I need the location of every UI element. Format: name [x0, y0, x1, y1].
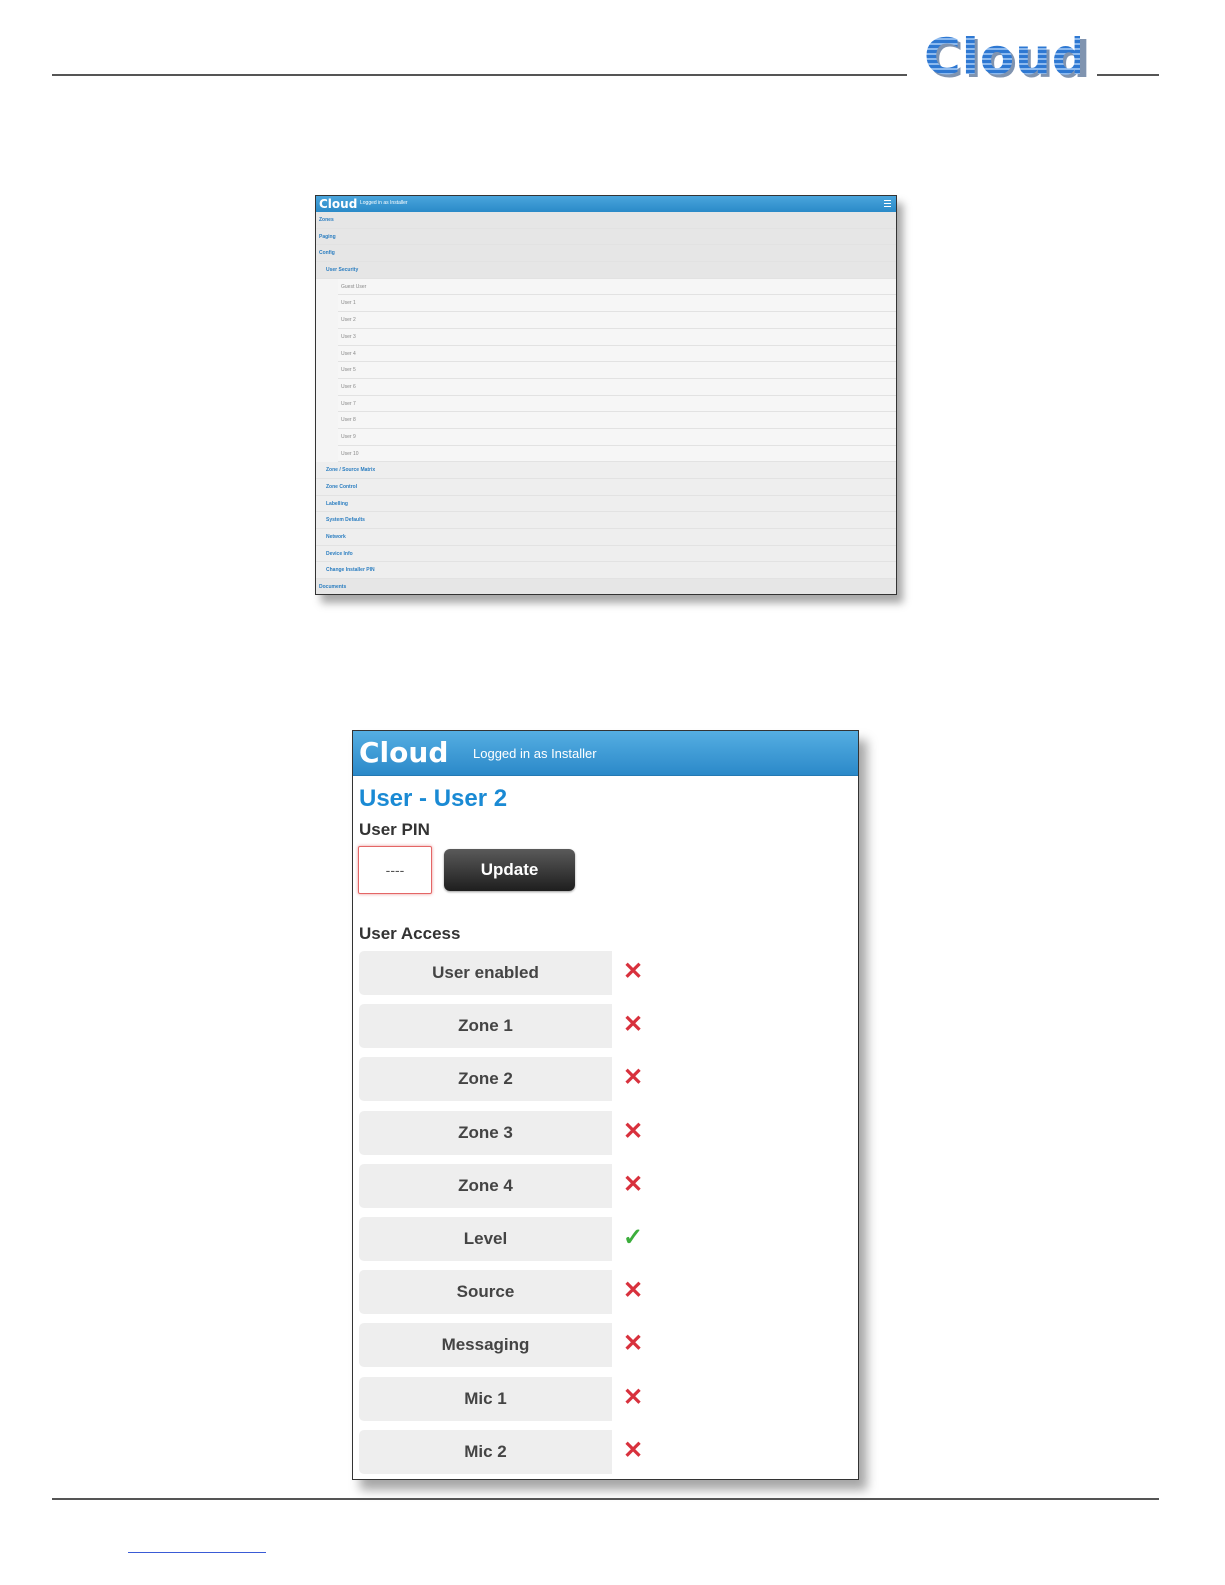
access-row: Zone 2 ✕	[359, 1057, 659, 1110]
menu-item[interactable]: User 1	[338, 295, 896, 313]
menu-item[interactable]: Paging	[316, 228, 896, 246]
cross-icon[interactable]: ✕	[621, 1384, 645, 1412]
user-pin-label: User PIN	[359, 820, 430, 839]
menu-item[interactable]: Zones	[316, 212, 896, 229]
footer-rule	[52, 1498, 1159, 1500]
menu-item[interactable]: User 8	[338, 412, 896, 429]
cross-icon[interactable]: ✕	[621, 1330, 645, 1358]
header-rule-right	[1097, 74, 1159, 76]
menu-screenshot: Cloud Logged in as Installer Zones Paging…	[315, 195, 897, 595]
access-label: Mic 1	[359, 1376, 612, 1421]
menu-item[interactable]: Network	[316, 529, 896, 546]
menu-item[interactable]: Documents	[316, 579, 896, 594]
access-label: Zone 4	[359, 1163, 612, 1208]
menu-item[interactable]: System Defaults	[316, 512, 896, 530]
cross-icon[interactable]: ✕	[621, 958, 645, 986]
access-label: Zone 1	[359, 1004, 612, 1049]
menu-header-logo: Cloud	[319, 197, 358, 211]
menu-item[interactable]: Device Info	[316, 545, 896, 563]
access-row: Messaging ✕	[359, 1323, 659, 1376]
menu-item[interactable]: User 4	[338, 345, 896, 363]
menu-item[interactable]: User 9	[338, 428, 896, 446]
access-label: User enabled	[359, 951, 612, 995]
menu-item[interactable]: User 2	[338, 312, 896, 329]
menu-item[interactable]: Config	[316, 245, 896, 263]
user-pin-input[interactable]	[358, 846, 432, 894]
brand-logo: Cloud	[924, 28, 1089, 86]
access-label: Mic 2	[359, 1429, 612, 1474]
menu-item[interactable]: Zone / Source Matrix	[316, 462, 896, 479]
access-row: Source ✕	[359, 1270, 659, 1323]
access-row: Zone 4 ✕	[359, 1163, 659, 1217]
user-access-label: User Access	[359, 924, 461, 943]
footer-link-underline[interactable]	[128, 1552, 266, 1553]
menu-item[interactable]: Guest User	[338, 278, 896, 296]
user-screenshot: Cloud Logged in as Installer User - User…	[352, 730, 859, 1480]
cross-icon[interactable]: ✕	[621, 1277, 645, 1305]
menu-header-bar: Cloud Logged in as Installer	[316, 196, 896, 212]
user-logged-in-text: Logged in as Installer	[473, 746, 597, 761]
user-header-logo: Cloud	[359, 736, 449, 769]
access-label: Level	[359, 1216, 612, 1261]
update-button[interactable]: Update	[444, 849, 575, 891]
menu-item[interactable]: Zone Control	[316, 479, 896, 496]
cross-icon[interactable]: ✕	[621, 1011, 645, 1039]
menu-logged-in-text: Logged in as Installer	[360, 200, 408, 206]
menu-item[interactable]: User 6	[338, 378, 896, 396]
menu-list: Zones Paging Config User Security Guest User…	[316, 212, 896, 594]
access-label: Zone 3	[359, 1110, 612, 1155]
menu-item[interactable]: Change Installer PIN	[316, 562, 896, 580]
menu-item[interactable]: User 10	[338, 445, 896, 463]
menu-item[interactable]: User 3	[338, 328, 896, 346]
access-label: Source	[359, 1270, 612, 1315]
access-row: Level ✓	[359, 1216, 659, 1270]
menu-item[interactable]: Labelling	[316, 495, 896, 513]
page-title: User - User 2	[359, 785, 508, 812]
user-access-list: User enabled ✕ Zone 1 ✕ Zone 2 ✕ Zone 3 ✕ Zone 4…	[359, 951, 659, 1479]
menu-item[interactable]: User 7	[338, 395, 896, 413]
access-row: Mic 1 ✕	[359, 1376, 659, 1430]
user-header-bar: Cloud Logged in as Installer	[353, 731, 858, 776]
cross-icon[interactable]: ✕	[621, 1064, 645, 1092]
access-row: Mic 2 ✕	[359, 1429, 659, 1479]
cross-icon[interactable]: ✕	[621, 1171, 645, 1199]
access-row: Zone 3 ✕	[359, 1110, 659, 1164]
hamburger-icon[interactable]	[884, 200, 891, 207]
menu-item[interactable]: User Security	[316, 262, 896, 279]
access-row: User enabled ✕	[359, 951, 659, 1004]
check-icon[interactable]: ✓	[621, 1224, 645, 1252]
access-label: Zone 2	[359, 1057, 612, 1102]
menu-item[interactable]: User 5	[338, 362, 896, 379]
cross-icon[interactable]: ✕	[621, 1118, 645, 1146]
access-label: Messaging	[359, 1323, 612, 1368]
access-row: Zone 1 ✕	[359, 1004, 659, 1057]
header-rule-left	[52, 74, 907, 76]
cross-icon[interactable]: ✕	[621, 1437, 645, 1465]
